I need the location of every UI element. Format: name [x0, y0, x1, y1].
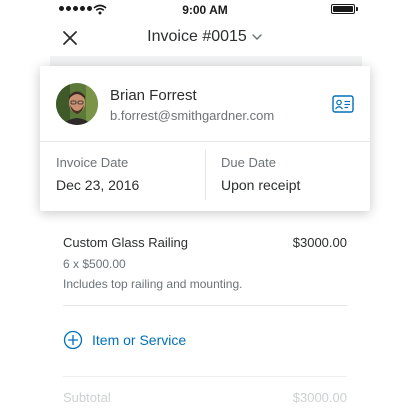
status-bar: 9:00 AM	[0, 0, 410, 20]
invoice-title-dropdown[interactable]: Invoice #0015	[0, 28, 410, 46]
line-item-price: $3000.00	[292, 235, 347, 250]
avatar	[56, 83, 98, 125]
card-divider	[40, 141, 370, 142]
battery-tip	[356, 7, 358, 11]
avatar-image	[56, 83, 98, 125]
plus-circle-icon	[63, 330, 83, 350]
subtotal-label: Subtotal	[63, 390, 111, 405]
subtotal-value: $3000.00	[292, 390, 347, 405]
customer-email: b.forrest@smithgardner.com	[110, 108, 275, 123]
line-item-divider	[63, 305, 347, 306]
page-title: Invoice #0015	[147, 28, 247, 45]
battery-fill	[333, 6, 353, 12]
due-date-label: Due Date	[221, 155, 276, 170]
line-item-name: Custom Glass Railing	[63, 235, 188, 250]
customer-name: Brian Forrest	[110, 87, 197, 104]
contact-card-icon[interactable]	[332, 95, 354, 113]
invoice-date-label: Invoice Date	[56, 155, 129, 170]
customer-card[interactable]: Brian Forrest b.forrest@smithgardner.com…	[40, 66, 370, 211]
add-item-label: Item or Service	[92, 332, 187, 348]
add-item-button[interactable]: Item or Service	[63, 330, 186, 350]
line-item-description: Includes top railing and mounting.	[63, 277, 243, 291]
chevron-down-icon	[252, 34, 262, 40]
subtotal-divider	[63, 376, 347, 377]
battery-icon	[331, 4, 355, 14]
line-item-quantity: 6 x $500.00	[63, 257, 126, 271]
date-column-divider	[205, 150, 206, 200]
invoice-date-value[interactable]: Dec 23, 2016	[56, 177, 139, 193]
due-date-value[interactable]: Upon receipt	[221, 177, 300, 193]
